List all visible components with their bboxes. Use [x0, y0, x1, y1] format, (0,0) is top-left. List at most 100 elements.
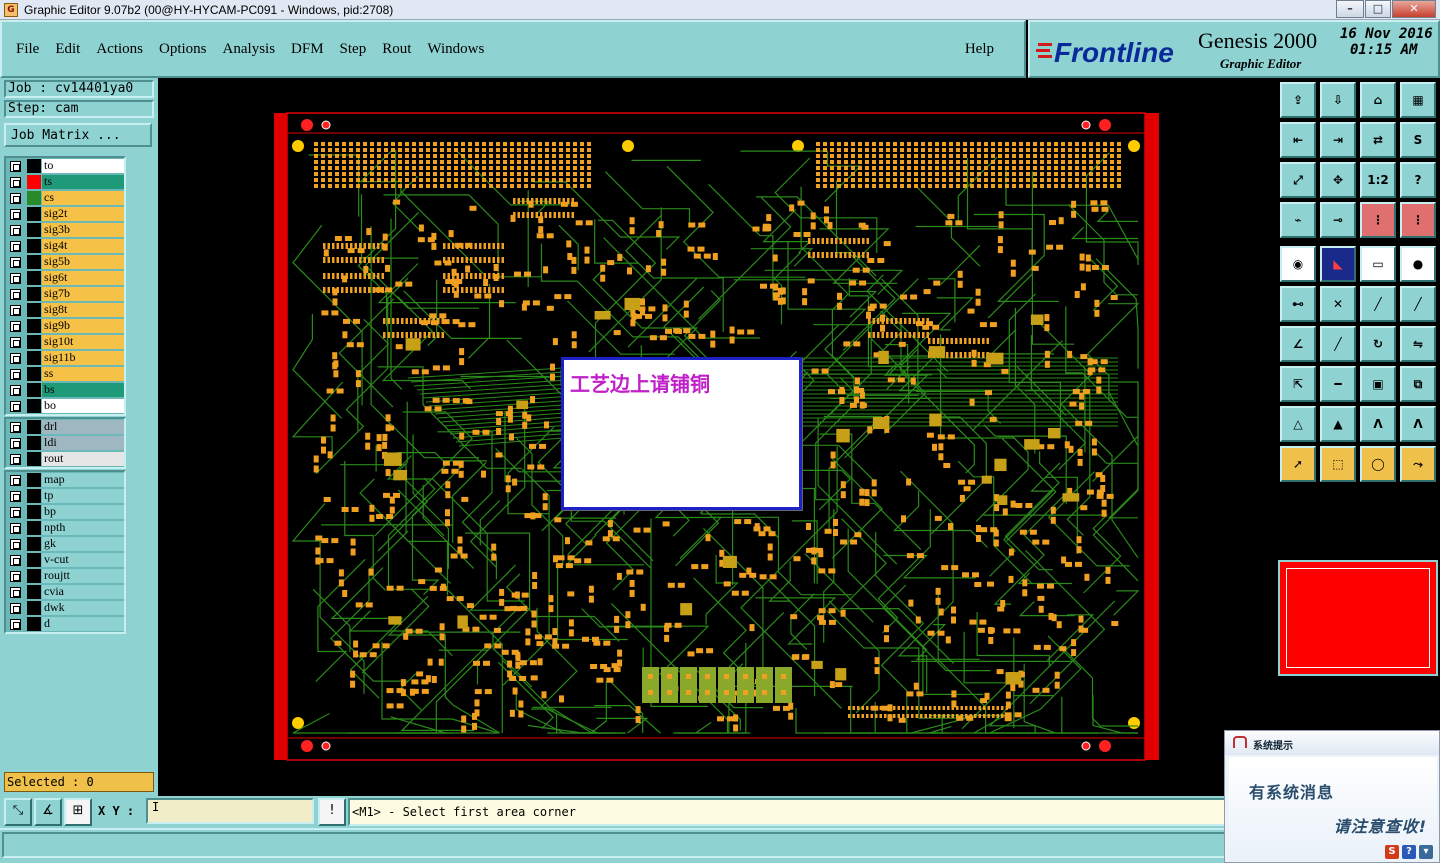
layer-checkbox[interactable] [10, 272, 21, 284]
group-icon[interactable]: ⧉ [1400, 366, 1436, 402]
layer-name[interactable]: roujtt [42, 569, 124, 583]
layer-row-dwk[interactable]: dwk [6, 600, 124, 616]
layer-name[interactable]: sig6t [42, 271, 124, 285]
snap-icon[interactable]: ⌁ [1280, 202, 1316, 238]
ruler-icon[interactable]: ▭ [1360, 246, 1396, 282]
swap-icon[interactable]: ⇄ [1360, 122, 1396, 158]
connect-icon[interactable]: ⊷ [1280, 286, 1316, 322]
window-icon[interactable]: ▦ [1400, 82, 1436, 118]
close-button[interactable]: ✕ [1392, 0, 1436, 18]
layer-name[interactable]: d [42, 617, 124, 631]
layer-color-swatch[interactable] [27, 585, 41, 599]
layer-row-ldi[interactable]: ldi [6, 435, 124, 451]
layer-color-swatch[interactable] [27, 287, 41, 301]
layer-row-sig2t[interactable]: sig2t [6, 206, 124, 222]
mirror-icon[interactable]: ⇋ [1400, 326, 1436, 362]
box-icon[interactable]: ▣ [1360, 366, 1396, 402]
key-icon[interactable]: ⊸ [1320, 202, 1356, 238]
cross-icon[interactable]: ✕ [1320, 286, 1356, 322]
layer-name[interactable]: sig9b [42, 319, 124, 333]
layer-checkbox[interactable] [10, 421, 21, 433]
layer-row-gk[interactable]: gk [6, 536, 124, 552]
network-alt-icon[interactable]: ⋮ [1400, 202, 1436, 238]
pan-left-icon[interactable]: ⇤ [1280, 122, 1316, 158]
slash-icon[interactable]: ╱ [1320, 326, 1356, 362]
menu-edit[interactable]: Edit [55, 41, 80, 58]
layer-name[interactable]: to [42, 159, 124, 173]
layer-color-swatch[interactable] [27, 553, 41, 567]
layer-row-sig9b[interactable]: sig9b [6, 318, 124, 334]
layer-name[interactable]: bs [42, 383, 124, 397]
layer-checkbox[interactable] [10, 192, 21, 204]
layer-color-swatch[interactable] [27, 473, 41, 487]
layer-checkbox[interactable] [10, 368, 21, 380]
layer-row-sig8t[interactable]: sig8t [6, 302, 124, 318]
layer-name[interactable]: sig8t [42, 303, 124, 317]
layer-color-swatch[interactable] [27, 383, 41, 397]
layer-checkbox[interactable] [10, 570, 21, 582]
layer-row-sig4t[interactable]: sig4t [6, 238, 124, 254]
house-icon[interactable]: ⌂ [1360, 82, 1396, 118]
layer-name[interactable]: npth [42, 521, 124, 535]
grid-icon[interactable]: ⊞ [64, 798, 92, 826]
pan-right-icon[interactable]: ⇥ [1320, 122, 1356, 158]
snake-icon[interactable]: S [1400, 122, 1436, 158]
layer-name[interactable]: ss [42, 367, 124, 381]
tray-help-icon[interactable]: ? [1402, 845, 1416, 859]
minimize-button[interactable]: – [1336, 0, 1364, 18]
layer-row-ss[interactable]: ss [6, 366, 124, 382]
layer-color-swatch[interactable] [27, 452, 41, 466]
layer-checkbox[interactable] [10, 538, 21, 550]
layer-name[interactable]: sig10t [42, 335, 124, 349]
arrow-a-icon[interactable]: Λ [1360, 406, 1396, 442]
layer-color-swatch[interactable] [27, 207, 41, 221]
layer-color-swatch[interactable] [27, 601, 41, 615]
center-icon[interactable]: ✥ [1320, 162, 1356, 198]
layer-row-cs[interactable]: cs [6, 190, 124, 206]
layer-row-v-cut[interactable]: v-cut [6, 552, 124, 568]
menu-dfm[interactable]: DFM [291, 41, 324, 58]
layer-row-sig11b[interactable]: sig11b [6, 350, 124, 366]
help-icon[interactable]: ? [1400, 162, 1436, 198]
network-icon[interactable]: ⋮ [1360, 202, 1396, 238]
triangle-icon[interactable]: △ [1280, 406, 1316, 442]
menu-options[interactable]: Options [159, 41, 207, 58]
layer-row-cvia[interactable]: cvia [6, 584, 124, 600]
select-icon[interactable]: ◉ [1280, 246, 1316, 282]
job-matrix-button[interactable]: Job Matrix ... [4, 123, 152, 147]
layer-color-preview[interactable] [1278, 560, 1438, 676]
layer-row-bs[interactable]: bs [6, 382, 124, 398]
layer-name[interactable]: cs [42, 191, 124, 205]
layer-name[interactable]: rout [42, 452, 124, 466]
layer-checkbox[interactable] [10, 160, 21, 172]
menu-analysis[interactable]: Analysis [223, 41, 276, 58]
angle-icon[interactable]: ∠ [1280, 326, 1316, 362]
layer-color-swatch[interactable] [27, 255, 41, 269]
layer-row-bp[interactable]: bp [6, 504, 124, 520]
layer-checkbox[interactable] [10, 208, 21, 220]
layer-color-swatch[interactable] [27, 436, 41, 450]
layer-color-swatch[interactable] [27, 420, 41, 434]
layer-color-swatch[interactable] [27, 569, 41, 583]
layer-checkbox[interactable] [10, 240, 21, 252]
layer-row-rout[interactable]: rout [6, 451, 124, 467]
alert-icon[interactable]: ! [318, 798, 346, 826]
arc-icon[interactable]: ↻ [1360, 326, 1396, 362]
layer-name[interactable]: sig4t [42, 239, 124, 253]
minus-icon[interactable]: ━ [1320, 366, 1356, 402]
layer-checkbox[interactable] [10, 453, 21, 465]
layer-row-npth[interactable]: npth [6, 520, 124, 536]
zoom-home-icon[interactable]: ⇩ [1320, 82, 1356, 118]
layer-color-swatch[interactable] [27, 367, 41, 381]
layer-checkbox[interactable] [10, 176, 21, 188]
layer-name[interactable]: bo [42, 399, 124, 413]
system-notification[interactable]: 系统提示 有系统消息 请注意查收! S ? ▾ [1224, 730, 1440, 863]
layer-checkbox[interactable] [10, 288, 21, 300]
layer-color-swatch[interactable] [27, 505, 41, 519]
fit-icon[interactable]: ⤢ [1280, 162, 1316, 198]
layer-row-sig7b[interactable]: sig7b [6, 286, 124, 302]
layer-checkbox[interactable] [10, 490, 21, 502]
pointer-icon[interactable]: ➚ [1280, 446, 1316, 482]
layer-checkbox[interactable] [10, 437, 21, 449]
layer-checkbox[interactable] [10, 304, 21, 316]
